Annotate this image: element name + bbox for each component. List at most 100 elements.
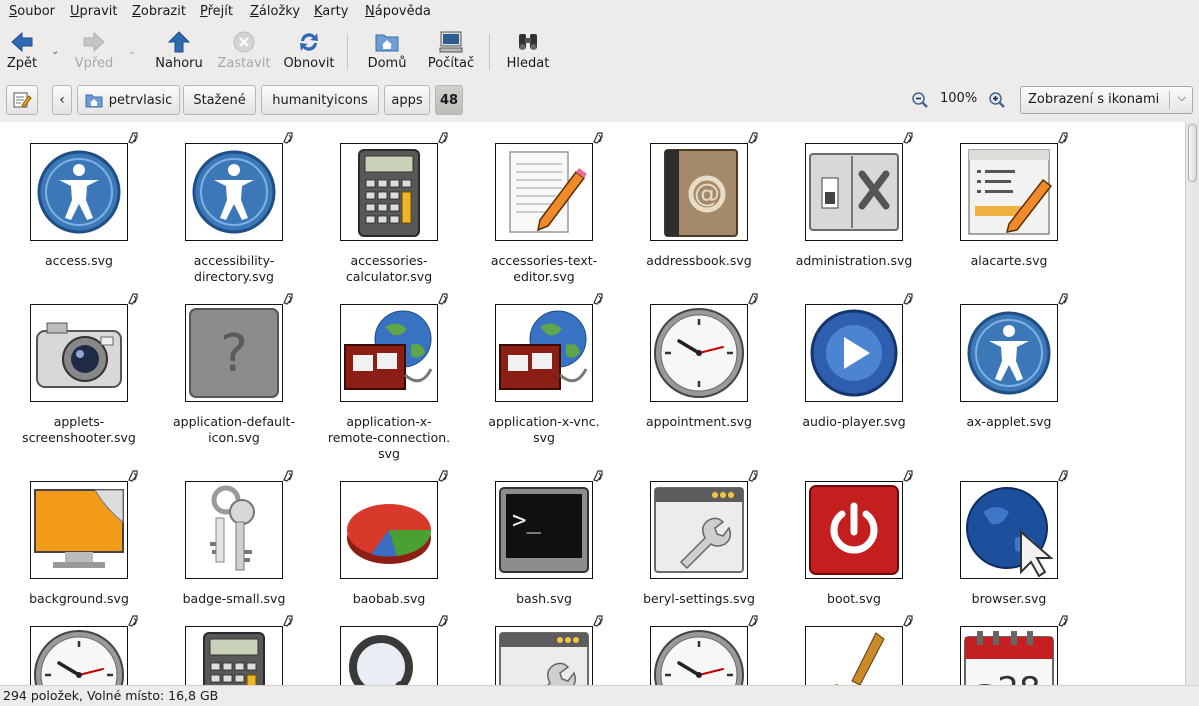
path-button-apps[interactable]: apps	[384, 85, 430, 115]
back-button[interactable]: Zpět	[6, 30, 38, 71]
settings-window-icon	[650, 481, 748, 579]
menu-bar: Soubor Upravit Zobrazit Přejít Záložky K…	[0, 0, 1199, 24]
zoom-level: 100%	[940, 91, 978, 106]
up-button[interactable]: Nahoru	[154, 30, 204, 71]
file-name: addressbook.svg	[646, 253, 752, 268]
file-name: application-x- remote-connection. svg	[327, 414, 451, 461]
menu-prejit[interactable]: Přejít	[200, 4, 233, 19]
symlink-emblem-icon	[746, 614, 760, 628]
zoom-out-icon[interactable]	[911, 91, 929, 109]
symlink-emblem-icon	[436, 131, 450, 145]
home-button[interactable]: Domů	[365, 30, 409, 71]
symlink-emblem-icon	[591, 469, 605, 483]
forward-button[interactable]: Vpřed	[74, 30, 114, 71]
edit-location-icon	[13, 92, 32, 108]
broom-icon	[805, 626, 903, 685]
menu-napoveda[interactable]: Nápověda	[365, 4, 431, 19]
file-name: background.svg	[29, 591, 129, 606]
svg-text:>_: >_	[512, 506, 541, 534]
computer-button[interactable]: Počítač	[426, 30, 476, 71]
path-button-48[interactable]: 48	[435, 85, 463, 115]
toolbar: Zpět ⌄ Vpřed ⌄ Nahoru Zastavit Obnovit D…	[0, 24, 1199, 79]
file-name: application-default- icon.svg	[173, 414, 295, 445]
svg-text:28: 28	[997, 670, 1040, 685]
file-name: administration.svg	[795, 253, 913, 268]
symlink-emblem-icon	[126, 614, 140, 628]
zoom-in-icon[interactable]	[988, 91, 1006, 109]
file-name: applets- screenshooter.svg	[22, 414, 136, 445]
terminal-icon: >_	[495, 481, 593, 579]
symlink-emblem-icon	[126, 469, 140, 483]
back-history-dropdown-icon[interactable]: ⌄	[51, 46, 59, 57]
symlink-emblem-icon	[281, 292, 295, 306]
symlink-emblem-icon	[281, 469, 295, 483]
access-icon	[30, 143, 128, 241]
forward-history-dropdown-icon[interactable]: ⌄	[128, 46, 136, 57]
symlink-emblem-icon	[746, 292, 760, 306]
administration-icon	[805, 143, 903, 241]
svg-text:@: @	[694, 179, 720, 209]
symlink-emblem-icon	[746, 131, 760, 145]
menu-zobrazit[interactable]: Zobrazit	[132, 4, 186, 19]
file-name: accessories- calculator.svg	[345, 253, 433, 284]
reload-button[interactable]: Obnovit	[283, 30, 335, 71]
symlink-emblem-icon	[281, 131, 295, 145]
menu-zalozky[interactable]: Záložky	[250, 4, 300, 19]
symlink-emblem-icon	[901, 292, 915, 306]
accessibility-icon	[960, 304, 1058, 402]
file-name: application-x-vnc. svg	[488, 414, 600, 445]
status-bar: 294 položek, Volné místo: 16,8 GB	[0, 685, 1199, 706]
symlink-emblem-icon	[436, 469, 450, 483]
reload-icon	[300, 33, 318, 51]
symlink-emblem-icon	[1056, 614, 1070, 628]
path-button-humanityicons[interactable]: humanityicons	[261, 85, 379, 115]
search-button[interactable]: Hledat	[505, 30, 551, 71]
magnifier-icon	[340, 626, 438, 685]
home-folder-icon	[85, 94, 103, 108]
menu-upravit[interactable]: Upravit	[70, 4, 117, 19]
file-name: accessibility- directory.svg	[193, 253, 275, 284]
view-mode-select[interactable]: Zobrazení s ikonami ⌵	[1020, 86, 1193, 114]
toolbar-separator	[489, 34, 490, 70]
file-name: audio-player.svg	[802, 414, 906, 429]
file-name: bash.svg	[516, 591, 572, 606]
symlink-emblem-icon	[591, 292, 605, 306]
text-editor-icon	[495, 143, 593, 241]
symlink-emblem-icon	[901, 469, 915, 483]
symlink-emblem-icon	[1056, 292, 1070, 306]
symlink-emblem-icon	[1056, 131, 1070, 145]
menu-karty[interactable]: Karty	[314, 4, 348, 19]
question-icon: ?	[185, 304, 283, 402]
file-name: baobab.svg	[352, 591, 426, 606]
symlink-emblem-icon	[746, 469, 760, 483]
svg-text:?: ?	[220, 324, 248, 384]
back-arrow-icon	[11, 31, 33, 53]
menu-soubor[interactable]: Soubor	[9, 4, 55, 19]
path-button-stazene[interactable]: Stažené	[183, 85, 256, 115]
chevron-down-icon: ⌵	[1177, 91, 1186, 104]
toolbar-separator	[347, 34, 348, 70]
file-name: alacarte.svg	[970, 253, 1048, 268]
toggle-location-entry-button[interactable]	[6, 85, 38, 115]
file-name: badge-small.svg	[182, 591, 286, 606]
file-name: boot.svg	[827, 591, 881, 606]
path-button-home[interactable]: petrvlasic	[77, 85, 180, 115]
stop-button[interactable]: Zastavit	[216, 30, 272, 71]
clock-icon	[30, 626, 128, 685]
symlink-emblem-icon	[901, 614, 915, 628]
scrollbar-thumb[interactable]	[1188, 124, 1197, 182]
path-scroll-left-button[interactable]: ‹	[52, 85, 72, 115]
keys-icon	[185, 481, 283, 579]
symlink-emblem-icon	[126, 292, 140, 306]
symlink-emblem-icon	[591, 614, 605, 628]
vertical-scrollbar[interactable]	[1185, 122, 1199, 685]
file-icon-view[interactable]: access.svg accessibility- directory.svg ac…	[0, 122, 1185, 685]
clock-icon	[650, 304, 748, 402]
calculator-icon	[185, 626, 283, 685]
power-icon	[805, 481, 903, 579]
clock-icon	[650, 626, 748, 685]
symlink-emblem-icon	[126, 131, 140, 145]
vnc-icon	[495, 304, 593, 402]
chevron-left-icon: ‹	[59, 92, 65, 108]
binoculars-icon	[519, 34, 537, 50]
